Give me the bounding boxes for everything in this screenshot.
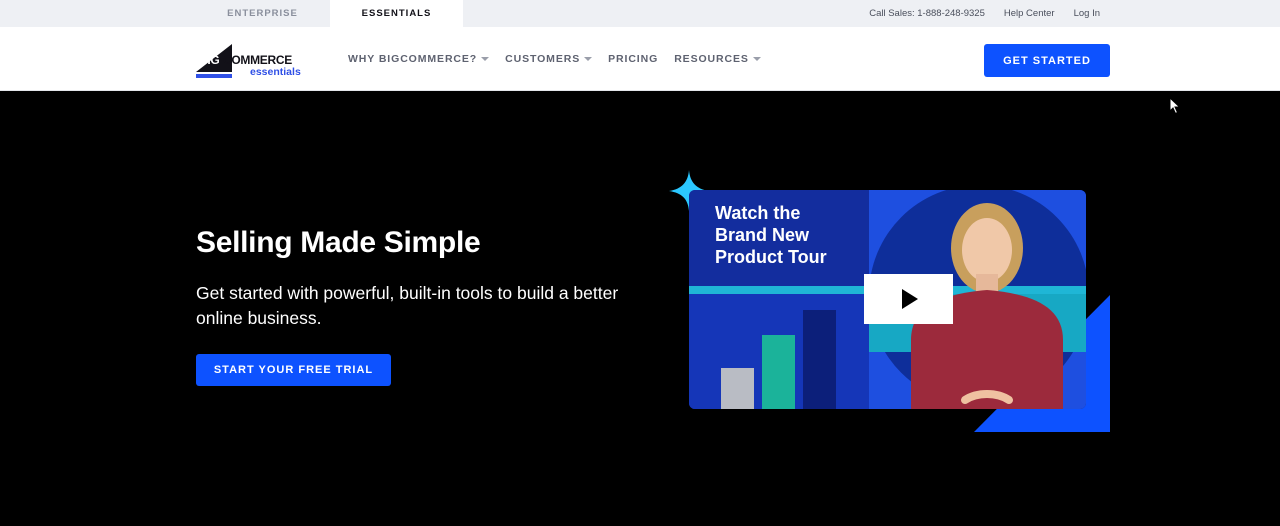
- video-title-line: Brand New: [715, 225, 810, 245]
- hero-subtitle: Get started with powerful, built-in tool…: [196, 283, 619, 328]
- nav-item-pricing[interactable]: PRICING: [608, 53, 658, 65]
- tab-essentials[interactable]: ESSENTIALS: [330, 0, 463, 27]
- logo-big-text: BIG: [199, 53, 220, 67]
- play-icon: [902, 289, 918, 309]
- logo-essentials-text: essentials: [250, 66, 301, 78]
- nav-item-customers[interactable]: CUSTOMERS: [505, 53, 593, 65]
- video-section: Watch the Brand New Product Tour: [668, 170, 1112, 434]
- login-link[interactable]: Log In: [1074, 8, 1100, 19]
- main-nav: BIG COMMERCE essentials WHY BIGCOMMERCE?…: [0, 27, 1280, 91]
- mouse-cursor-icon: [1169, 97, 1181, 115]
- hero-title: Selling Made Simple: [196, 226, 481, 259]
- nav-menu: WHY BIGCOMMERCE? CUSTOMERS PRICING RESOU…: [348, 27, 761, 91]
- nav-item-why-bigcommerce[interactable]: WHY BIGCOMMERCE?: [348, 53, 490, 65]
- call-sales-link[interactable]: Call Sales: 1-888-248-9325: [869, 8, 985, 19]
- get-started-button[interactable]: GET STARTED: [984, 44, 1110, 77]
- bigcommerce-logo[interactable]: BIG COMMERCE essentials: [196, 44, 311, 80]
- nav-item-label: RESOURCES: [674, 53, 749, 65]
- nav-item-resources[interactable]: RESOURCES: [674, 53, 761, 65]
- play-button[interactable]: [864, 274, 953, 324]
- video-title-line: Product Tour: [715, 247, 827, 267]
- help-center-link[interactable]: Help Center: [1004, 8, 1055, 19]
- chevron-down-icon: [752, 57, 761, 61]
- video-title: Watch the Brand New Product Tour: [715, 202, 827, 268]
- utility-bar: ENTERPRISE ESSENTIALS Call Sales: 1-888-…: [0, 0, 1280, 27]
- nav-item-label: PRICING: [608, 53, 659, 65]
- video-title-line: Watch the: [715, 203, 801, 223]
- nav-item-label: WHY BIGCOMMERCE?: [348, 53, 478, 65]
- chevron-down-icon: [584, 57, 593, 61]
- start-free-trial-button[interactable]: START YOUR FREE TRIAL: [196, 354, 391, 386]
- product-tour-video[interactable]: Watch the Brand New Product Tour: [689, 190, 1086, 409]
- chevron-down-icon: [481, 57, 490, 61]
- utility-links: Call Sales: 1-888-248-9325 Help Center L…: [869, 0, 1100, 27]
- logo-commerce-text: COMMERCE: [223, 53, 292, 67]
- nav-item-label: CUSTOMERS: [505, 53, 581, 65]
- tab-enterprise[interactable]: ENTERPRISE: [196, 0, 329, 27]
